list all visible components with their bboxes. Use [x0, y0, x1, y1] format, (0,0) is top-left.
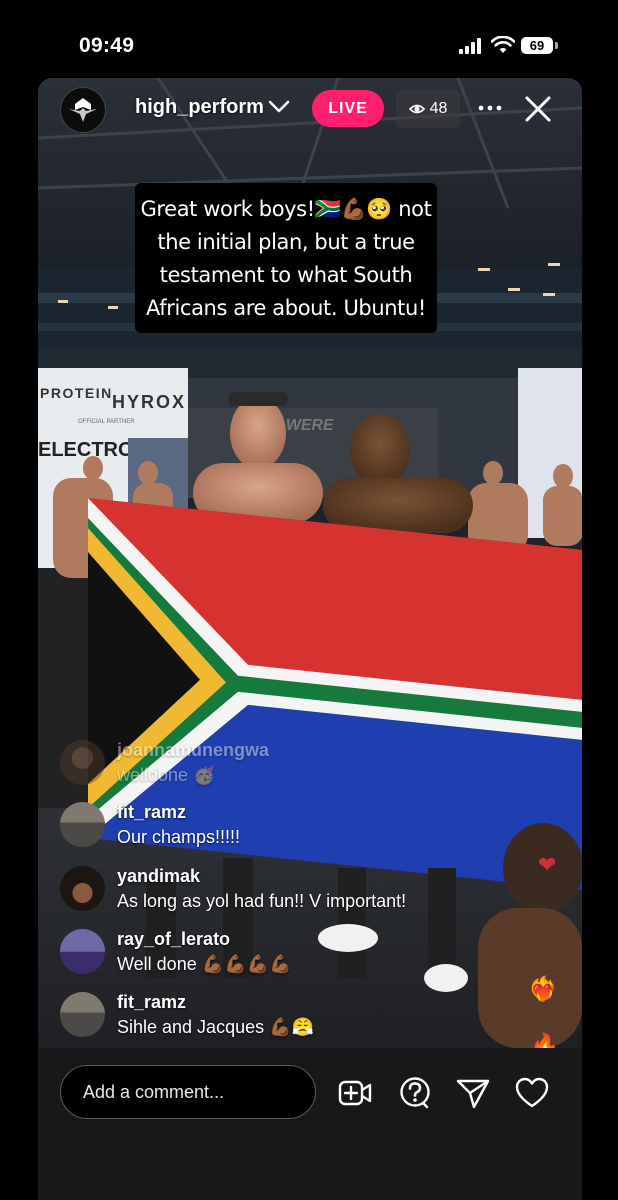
caption-line: testament to what South — [159, 263, 413, 287]
comment-username[interactable]: fit_ramz — [117, 802, 186, 823]
host-logo-icon — [69, 98, 97, 122]
viewer-count-value: 48 — [429, 100, 448, 117]
more-options-icon[interactable] — [478, 97, 502, 119]
chevron-down-icon[interactable] — [268, 100, 290, 114]
heart-icon[interactable] — [515, 1076, 549, 1110]
comment-item[interactable]: joannamunengwa welldone 🥳 — [60, 740, 540, 792]
comment-input[interactable] — [60, 1065, 316, 1119]
scene-official-partner: OFFICIAL PARTNER — [78, 419, 135, 425]
battery-level: 69 — [529, 38, 545, 53]
comment-item[interactable]: fit_ramz Sihle and Jacques 💪🏾😤 — [60, 992, 540, 1044]
cellular-signal-icon — [459, 38, 485, 54]
scene-electro: ELECTRO — [38, 439, 134, 461]
send-icon[interactable] — [456, 1076, 490, 1110]
live-label: LIVE — [328, 99, 368, 117]
add-video-icon[interactable] — [338, 1076, 372, 1110]
live-caption: Great work boys!🇿🇦💪🏾🥺 not the initial pl… — [135, 183, 437, 333]
comment-username[interactable]: ray_of_lerato — [117, 929, 230, 950]
eye-icon — [408, 104, 425, 114]
host-username[interactable]: high_perform — [135, 96, 264, 119]
battery-indicator: 69 — [521, 37, 553, 54]
comment-username[interactable]: fit_ramz — [117, 992, 186, 1013]
wifi-icon — [491, 36, 515, 53]
caption-line: the initial plan, but a true — [157, 230, 415, 254]
caption-line: Great work boys!🇿🇦💪🏾🥺 not — [140, 197, 432, 221]
avatar[interactable] — [60, 929, 105, 974]
live-badge: LIVE — [312, 90, 384, 127]
comment-item[interactable]: fit_ramz Our champs!!!!! — [60, 802, 540, 854]
avatar[interactable] — [60, 866, 105, 911]
caption-text: Great work boys!🇿🇦💪🏾🥺 not the initial pl… — [135, 193, 437, 325]
floating-heart-icon: ❤ — [538, 852, 557, 877]
battery-nub — [555, 42, 558, 49]
comment-text: Well done 💪🏾💪🏾💪🏾💪🏾 — [117, 954, 292, 974]
status-bar: 09:49 69 — [0, 0, 618, 78]
comment-text: Our champs!!!!! — [117, 827, 241, 847]
floating-fire-heart-icon: ❤️‍🔥 — [528, 976, 558, 1003]
question-icon[interactable] — [398, 1076, 432, 1110]
comment-text: welldone 🥳 — [117, 765, 216, 785]
comment-item[interactable]: yandimak As long as yol had fun!! V impo… — [60, 866, 540, 918]
status-time: 09:49 — [79, 34, 135, 57]
comment-username[interactable]: yandimak — [117, 866, 200, 887]
avatar[interactable] — [60, 740, 105, 785]
comment-username[interactable]: joannamunengwa — [117, 740, 269, 761]
avatar[interactable] — [60, 992, 105, 1037]
host-avatar[interactable] — [60, 87, 106, 133]
avatar[interactable] — [60, 802, 105, 847]
scene-protein: PROTEIN — [40, 385, 113, 401]
scene-hyrox: HYROX — [112, 392, 186, 412]
comment-text: Sihle and Jacques 💪🏾😤 — [117, 1017, 314, 1037]
comment-item[interactable]: ray_of_lerato Well done 💪🏾💪🏾💪🏾💪🏾 — [60, 929, 540, 981]
viewer-count[interactable]: 48 — [396, 90, 460, 128]
comment-text: As long as yol had fun!! V important! — [117, 891, 407, 911]
caption-line: Africans are about. Ubuntu! — [146, 296, 426, 320]
close-icon[interactable] — [524, 95, 552, 123]
